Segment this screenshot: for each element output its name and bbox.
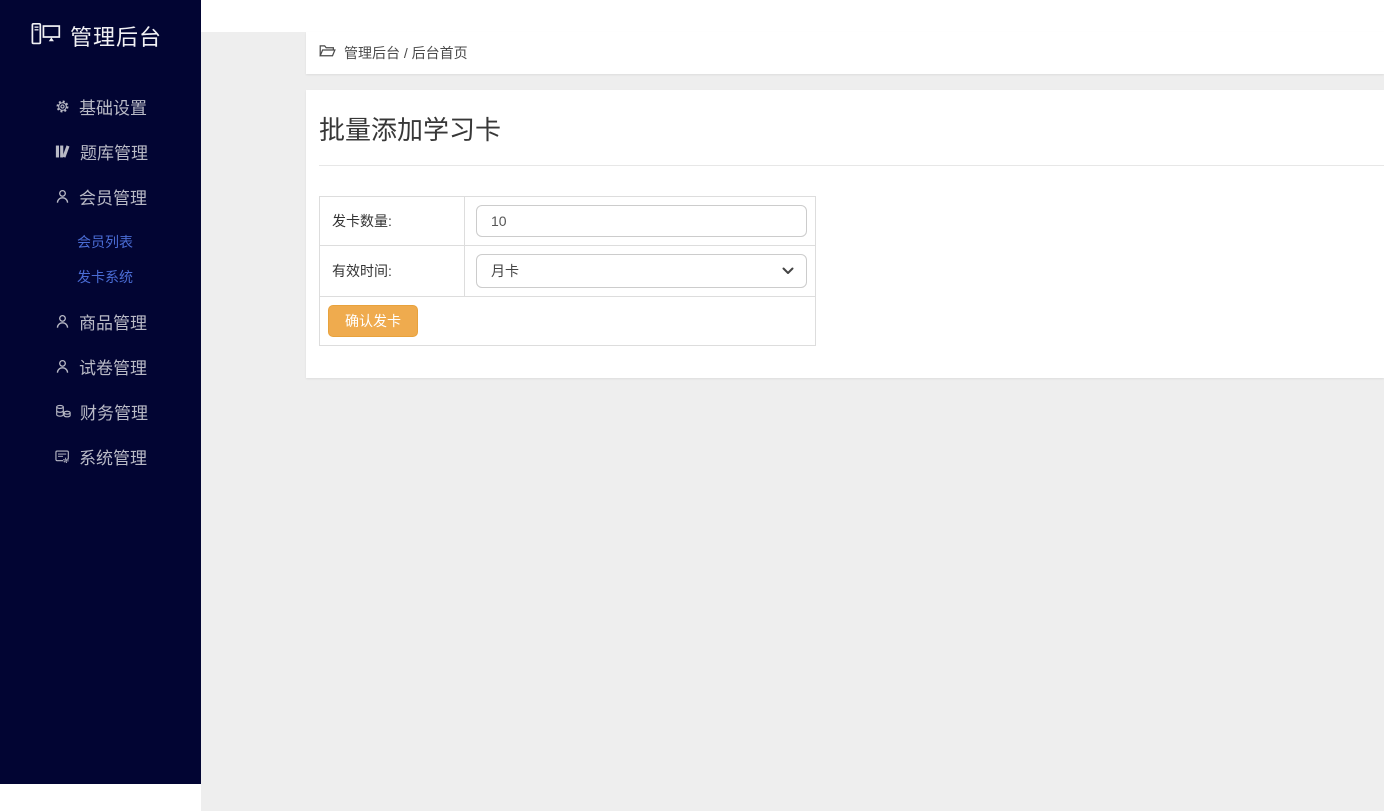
sidebar-item-label: 题库管理	[80, 139, 148, 164]
quantity-label: 发卡数量:	[320, 197, 465, 246]
sidebar-item-label: 会员管理	[79, 184, 147, 209]
main-column: 管理后台 / 后台首页 批量添加学习卡 发卡数量: 有效时间:	[201, 0, 1384, 784]
system-gear-icon	[55, 449, 70, 464]
sidebar-item-question-bank[interactable]: 题库管理	[0, 129, 201, 174]
sidebar-subitem-card-issue-system[interactable]: 发卡系统	[0, 259, 201, 294]
sidebar-subitem-member-list[interactable]: 会员列表	[0, 224, 201, 259]
form-row-quantity: 发卡数量:	[320, 197, 816, 246]
card-issue-form: 发卡数量: 有效时间: 月卡	[319, 196, 816, 346]
sidebar-item-test-papers[interactable]: 试卷管理	[0, 344, 201, 389]
sidebar-item-label: 财务管理	[80, 399, 148, 424]
person-icon	[55, 359, 70, 374]
members-submenu: 会员列表 发卡系统	[0, 219, 201, 299]
coins-icon	[55, 404, 71, 419]
sidebar-item-label: 商品管理	[79, 309, 147, 334]
title-divider	[319, 165, 1384, 166]
validity-label: 有效时间:	[320, 246, 465, 297]
sidebar-item-basic-settings[interactable]: 基础设置	[0, 84, 201, 129]
gear-icon	[55, 99, 70, 114]
form-row-submit: 确认发卡	[320, 297, 816, 346]
person-icon	[55, 314, 70, 329]
sidebar-item-label: 系统管理	[79, 444, 147, 469]
content-panel: 批量添加学习卡 发卡数量: 有效时间:	[306, 90, 1384, 378]
person-icon	[55, 189, 70, 204]
sidebar-item-products[interactable]: 商品管理	[0, 299, 201, 344]
sidebar-item-members[interactable]: 会员管理	[0, 174, 201, 219]
sidebar: 管理后台 基础设置	[0, 0, 201, 784]
page-title: 批量添加学习卡	[306, 90, 1384, 145]
breadcrumb-path: 管理后台 / 后台首页	[344, 43, 468, 63]
logo[interactable]: 管理后台	[0, 0, 201, 72]
content-background: 管理后台 / 后台首页 批量添加学习卡 发卡数量: 有效时间:	[201, 32, 1384, 811]
app-window: 管理后台 基础设置	[0, 0, 1384, 784]
books-icon	[55, 144, 71, 159]
validity-select-wrap: 月卡	[476, 254, 807, 288]
confirm-issue-button[interactable]: 确认发卡	[328, 305, 418, 337]
desktop-icon	[31, 22, 61, 51]
sidebar-nav: 基础设置 题库管理	[0, 84, 201, 479]
folder-open-icon	[319, 44, 336, 63]
sidebar-item-finance[interactable]: 财务管理	[0, 389, 201, 434]
validity-select[interactable]: 月卡	[476, 254, 807, 288]
app-title: 管理后台	[70, 20, 162, 52]
submenu-item-label: 会员列表	[77, 232, 133, 252]
submenu-item-label: 发卡系统	[77, 267, 133, 287]
sidebar-item-label: 试卷管理	[79, 354, 147, 379]
sidebar-item-system[interactable]: 系统管理	[0, 434, 201, 479]
breadcrumb: 管理后台 / 后台首页	[306, 32, 1384, 74]
quantity-input[interactable]	[476, 205, 807, 237]
form-row-validity: 有效时间: 月卡	[320, 246, 816, 297]
sidebar-item-label: 基础设置	[79, 94, 147, 119]
